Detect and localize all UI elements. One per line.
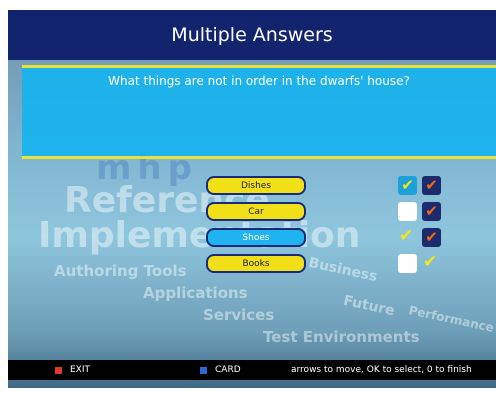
watermark-implementation: Implementation [38, 215, 361, 256]
checkmark-icon: ✔ [425, 176, 438, 194]
key-check-dishes: ✔ [422, 176, 441, 195]
question-text: What things are not in order in the dwar… [108, 74, 410, 88]
red-key-icon [55, 366, 62, 374]
page-title: Multiple Answers [171, 24, 333, 46]
title-bar: Multiple Answers [8, 10, 496, 60]
checkmark-icon: ✔ [425, 202, 438, 220]
checkmark-icon: ✔ [423, 252, 438, 272]
user-check-car[interactable] [398, 202, 417, 221]
watermark-services: Services [203, 306, 275, 324]
key-check-car: ✔ [422, 202, 441, 221]
checkmark-icon: ✔ [425, 228, 438, 246]
answer-button-books[interactable]: Books [206, 254, 306, 273]
key-check-shoes: ✔ [422, 228, 441, 247]
watermark-business: Business [307, 254, 379, 286]
watermark-performance: Performance [407, 303, 496, 335]
footer-bar: EXIT CARD arrows to move, OK to select, … [8, 360, 496, 380]
answer-button-dishes[interactable]: Dishes [206, 176, 306, 195]
checkmark-icon: ✔ [399, 226, 414, 246]
watermark-test-environments: Test Environments [263, 328, 420, 346]
exit-label: EXIT [70, 365, 91, 375]
blue-key-icon [200, 366, 207, 374]
answer-button-shoes[interactable]: Shoes [206, 228, 306, 247]
watermark-future: Future [341, 292, 397, 320]
exit-key-hint[interactable]: EXIT [55, 365, 90, 375]
card-label: CARD [215, 365, 241, 375]
quiz-screen: mhp Reference Implementation Authoring T… [8, 10, 496, 388]
answer-button-car[interactable]: Car [206, 202, 306, 221]
card-key-hint[interactable]: CARD [200, 365, 241, 375]
watermark-applications: Applications [143, 284, 248, 302]
navigation-hint-text: arrows to move, OK to select, 0 to finis… [291, 365, 472, 375]
checkmark-icon: ✔ [401, 176, 414, 194]
user-check-books[interactable] [398, 254, 417, 273]
navigation-hint: arrows to move, OK to select, 0 to finis… [291, 365, 472, 375]
watermark-authoring-tools: Authoring Tools [54, 262, 187, 280]
question-panel: What things are not in order in the dwar… [22, 65, 496, 159]
user-check-dishes[interactable]: ✔ [398, 176, 417, 195]
